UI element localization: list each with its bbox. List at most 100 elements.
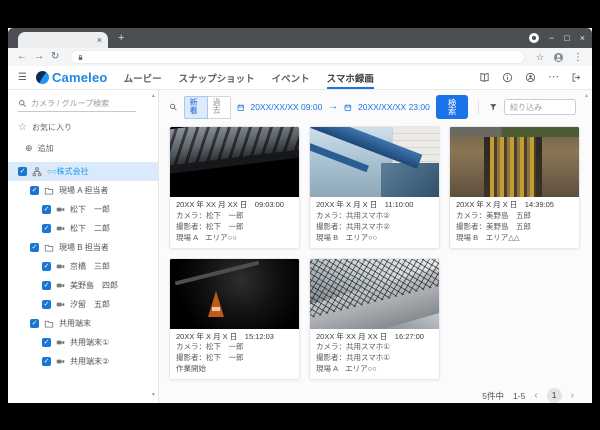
recording-card[interactable]: 20XX 年 X 月 X 日 14:39:05 カメラ：美野島 五郎 撮影者：美… (449, 126, 580, 249)
manual-book-icon[interactable] (479, 72, 490, 83)
checkbox[interactable]: ✓ (30, 186, 39, 195)
checkbox[interactable]: ✓ (42, 224, 51, 233)
browser-menu-icon[interactable]: ⋮ (573, 52, 583, 63)
tree-item-label: 京橋 三郎 (70, 262, 110, 271)
tree-item-camera[interactable]: ✓ 美野島 四郎 (8, 276, 158, 295)
app-header: ☰ Cameleo ムービー スナップショット イベント スマホ録画 ⋯ (8, 66, 592, 90)
folder-icon (44, 243, 54, 253)
pagination-next-icon[interactable]: › (571, 390, 574, 401)
pagination-page-1[interactable]: 1 (546, 388, 562, 403)
tree-item-camera[interactable]: ✓ 松下 二郎 (8, 219, 158, 238)
recording-camera: カメラ：美野島 五郎 (456, 210, 531, 220)
folder-icon (44, 319, 54, 329)
photo-thumbnail[interactable] (170, 258, 299, 329)
toolbar-divider (478, 100, 480, 114)
tree-item-camera[interactable]: ✓ 共用端末① (8, 333, 158, 352)
tab-close-icon[interactable]: × (97, 35, 102, 45)
profile-avatar[interactable] (553, 52, 564, 63)
browser-tab[interactable]: × (18, 32, 108, 48)
search-icon (19, 100, 27, 108)
sidebar-scroll-down-icon[interactable]: ▼ (151, 392, 156, 398)
search-button[interactable]: 検索 (435, 95, 469, 119)
logout-icon[interactable] (571, 72, 582, 83)
checkbox[interactable]: ✓ (42, 281, 51, 290)
bookmark-star-icon[interactable]: ☆ (536, 52, 544, 63)
camera-group-search-input[interactable] (31, 99, 131, 108)
videocam-icon (56, 281, 65, 290)
tree-item-label: 共用端末② (70, 357, 110, 366)
calendar-icon[interactable] (344, 103, 352, 112)
nav-tab-event[interactable]: イベント (272, 66, 310, 89)
filter-input[interactable] (504, 99, 577, 115)
sidebar-toggle-icon[interactable]: ☰ (18, 72, 27, 83)
more-options-icon[interactable]: ⋯ (548, 72, 559, 83)
nav-tab-smartphone-recording[interactable]: スマホ録画 (326, 66, 374, 89)
camera-tree-sidebar: ▲ ☆ お気に入り ⊕ 追加 ✓ (8, 90, 159, 403)
recording-photographer: 撮影者：共用スマホ② (316, 221, 390, 231)
tree-item-camera[interactable]: ✓ 松下 一郎 (8, 200, 158, 219)
recording-photographer: 撮影者：美野島 五郎 (456, 221, 531, 231)
recording-note: 現場 B エリア○○ (316, 232, 378, 242)
tree-item-camera[interactable]: ✓ 京橋 三郎 (8, 257, 158, 276)
tree-item-group-b[interactable]: ✓ 現場 B 担当者 (8, 238, 158, 257)
browser-forward-button[interactable]: → (34, 52, 44, 62)
tree-item-camera[interactable]: ✓ 汐留 五郎 (8, 295, 158, 314)
window-minimize-button[interactable]: − (549, 33, 554, 43)
checkbox[interactable]: ✓ (42, 262, 51, 271)
favorites-item[interactable]: ☆ お気に入り (18, 122, 148, 133)
checkbox[interactable]: ✓ (42, 357, 51, 366)
mode-past-button[interactable]: 過去 (207, 95, 231, 119)
checkbox[interactable]: ✓ (30, 243, 39, 252)
tree-item-shared-terminals[interactable]: ✓ 共用端末 (8, 314, 158, 333)
tree-item-label: 松下 二郎 (70, 224, 110, 233)
checkbox[interactable]: ✓ (30, 319, 39, 328)
filter-funnel-icon[interactable] (489, 102, 498, 112)
nav-tab-snapshot[interactable]: スナップショット (179, 66, 255, 89)
recording-card[interactable]: 20XX 年 XX 月 XX 日 16:27:00 カメラ：共用スマホ① 撮影者… (309, 257, 440, 380)
checkbox[interactable]: ✓ (42, 338, 51, 347)
camera-group-search[interactable] (18, 99, 136, 112)
sidebar-scroll-up-icon[interactable]: ▲ (151, 93, 156, 99)
videocam-icon (56, 357, 65, 366)
url-field[interactable] (70, 50, 525, 64)
mode-new-button[interactable]: 新着 (183, 95, 208, 119)
window-maximize-button[interactable]: □ (564, 33, 569, 43)
photo-thumbnail[interactable] (310, 258, 439, 329)
account-icon[interactable] (525, 72, 536, 83)
recording-card[interactable]: 20XX 年 X 月 X 日 11:10:00 カメラ：共用スマホ② 撮影者：共… (309, 126, 440, 249)
tree-item-camera[interactable]: ✓ 共用端末② (8, 352, 158, 371)
add-button[interactable]: ⊕ 追加 (25, 143, 148, 154)
checkbox[interactable]: ✓ (18, 167, 27, 176)
browser-back-button[interactable]: ← (17, 52, 27, 62)
photo-thumbnail[interactable] (170, 127, 299, 197)
recording-card[interactable]: 20XX 年 XX 月 XX 日 09:03:00 カメラ：松下 一郎 撮影者：… (169, 126, 300, 249)
tree-item-label: 汐留 五郎 (70, 300, 110, 309)
window-close-button[interactable]: × (580, 33, 585, 43)
checkbox[interactable]: ✓ (42, 300, 51, 309)
main-scroll-up-icon[interactable]: ▲ (584, 93, 589, 99)
recording-camera: カメラ：松下 一郎 (176, 210, 244, 220)
photo-thumbnail[interactable] (310, 127, 439, 197)
date-from-field[interactable]: 20XX/XX/XX 09:00 (250, 102, 322, 112)
browser-reload-button[interactable]: ↻ (51, 52, 59, 62)
videocam-icon (56, 338, 65, 347)
recording-camera: カメラ：松下 一郎 (176, 342, 244, 352)
new-tab-button[interactable]: + (118, 32, 124, 44)
tree-item-company[interactable]: ✓ ○○株式会社 (8, 162, 158, 181)
tree-item-label: 現場 A 担当者 (59, 186, 109, 195)
tab-search-icon[interactable] (529, 33, 540, 43)
videocam-icon (56, 205, 65, 214)
cameleo-logo[interactable]: Cameleo (35, 70, 108, 85)
tree-item-group-a[interactable]: ✓ 現場 A 担当者 (8, 181, 158, 200)
photo-thumbnail[interactable] (450, 127, 579, 197)
recording-card[interactable]: 20XX 年 X 月 X 日 15:12:03 カメラ：松下 一郎 撮影者：松下… (169, 257, 300, 380)
pagination-total: 5件中 (482, 390, 505, 401)
recording-timestamp: 20XX 年 X 月 X 日 14:39:05 (456, 200, 554, 209)
nav-tab-movie[interactable]: ムービー (124, 66, 162, 89)
calendar-icon[interactable] (237, 103, 245, 112)
date-to-field[interactable]: 20XX/XX/XX 23:00 (358, 102, 430, 112)
checkbox[interactable]: ✓ (42, 205, 51, 214)
pagination-prev-icon[interactable]: ‹ (534, 390, 537, 401)
info-icon[interactable] (502, 72, 513, 83)
recording-camera: カメラ：共用スマホ② (316, 210, 390, 220)
